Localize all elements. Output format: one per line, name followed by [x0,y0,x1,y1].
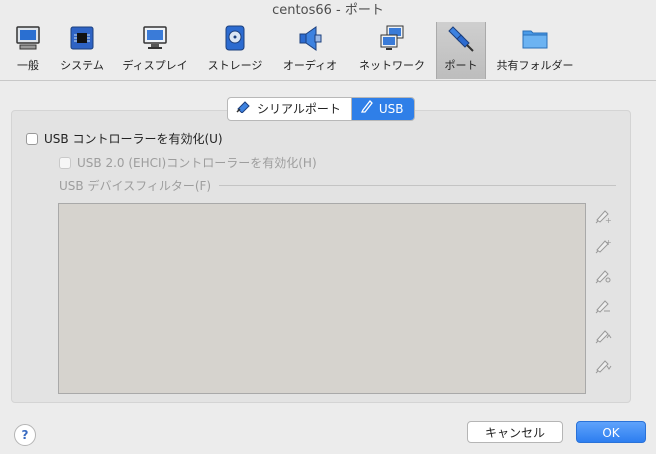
plug-icon [447,24,475,52]
tab-serial-ports[interactable]: シリアルポート [228,98,351,120]
disk-icon [221,24,249,52]
group-divider [219,184,616,186]
toolbar-storage[interactable]: ストレージ [203,22,267,79]
chip-icon [68,24,96,52]
help-button[interactable]: ? [14,424,36,446]
toolbar-shared-folders[interactable]: 共有フォルダー [494,22,576,79]
cancel-button[interactable]: キャンセル [467,421,563,443]
enable-usb-controller-label: USB コントローラーを有効化(U) [44,132,223,146]
usb-pen-icon [360,98,374,120]
toolbar-ports-label: ポート [444,59,478,72]
display-icon [141,24,169,52]
toolbar-display-label: ディスプレイ [122,59,188,72]
toolbar-ports[interactable]: ポート [436,22,486,79]
toolbar-network[interactable]: ネットワーク [354,22,430,79]
toolbar-audio-label: オーディオ [282,59,338,72]
enable-ehci-label: USB 2.0 (EHCI)コントローラーを有効化(H) [77,156,317,170]
toolbar-shared-folders-label: 共有フォルダー [496,59,574,72]
checkbox-box[interactable] [26,132,38,145]
ok-button[interactable]: OK [576,421,646,443]
move-up-filter-icon[interactable] [594,326,612,344]
network-icon [378,24,406,52]
tab-serial-ports-label: シリアルポート [257,102,341,116]
usb-filter-list[interactable] [58,203,586,394]
folder-icon [521,24,549,52]
speaker-icon [296,24,324,52]
toolbar-general[interactable]: 一般 [6,22,50,79]
add-empty-filter-icon[interactable]: + [594,206,612,225]
usb-filters-group: USB デバイスフィルター(F) [59,178,616,193]
svg-text:+: + [605,216,612,224]
toolbar-storage-label: ストレージ [207,59,263,72]
port-tab-bar: シリアルポート USB [227,97,415,121]
usb-filters-label: USB デバイスフィルター(F) [59,178,212,193]
checkbox-box[interactable] [59,156,71,169]
edit-filter-icon[interactable] [594,266,612,284]
serial-port-icon [236,98,252,120]
svg-text:+: + [605,238,612,247]
toolbar-display[interactable]: ディスプレイ [120,22,190,79]
move-down-filter-icon[interactable] [594,356,612,374]
toolbar-audio[interactable]: オーディオ [279,22,341,79]
toolbar-general-label: 一般 [17,59,39,72]
tab-usb[interactable]: USB [350,98,414,120]
add-device-filter-icon[interactable]: + [594,236,612,254]
toolbar-system[interactable]: システム [56,22,108,79]
monitor-icon [14,24,42,52]
tab-usb-label: USB [378,102,404,116]
enable-usb-controller-checkbox[interactable]: USB コントローラーを有効化(U) [26,130,223,147]
window-title: centos66 - ポート [272,3,384,18]
settings-toolbar: 一般 システム ディスプレイ ストレージ オーディオ ネットワーク ポート 共有… [0,22,656,81]
toolbar-system-label: システム [60,59,104,72]
remove-filter-icon[interactable] [594,296,612,314]
toolbar-network-label: ネットワーク [359,59,425,72]
enable-ehci-checkbox[interactable]: USB 2.0 (EHCI)コントローラーを有効化(H) [59,154,317,171]
